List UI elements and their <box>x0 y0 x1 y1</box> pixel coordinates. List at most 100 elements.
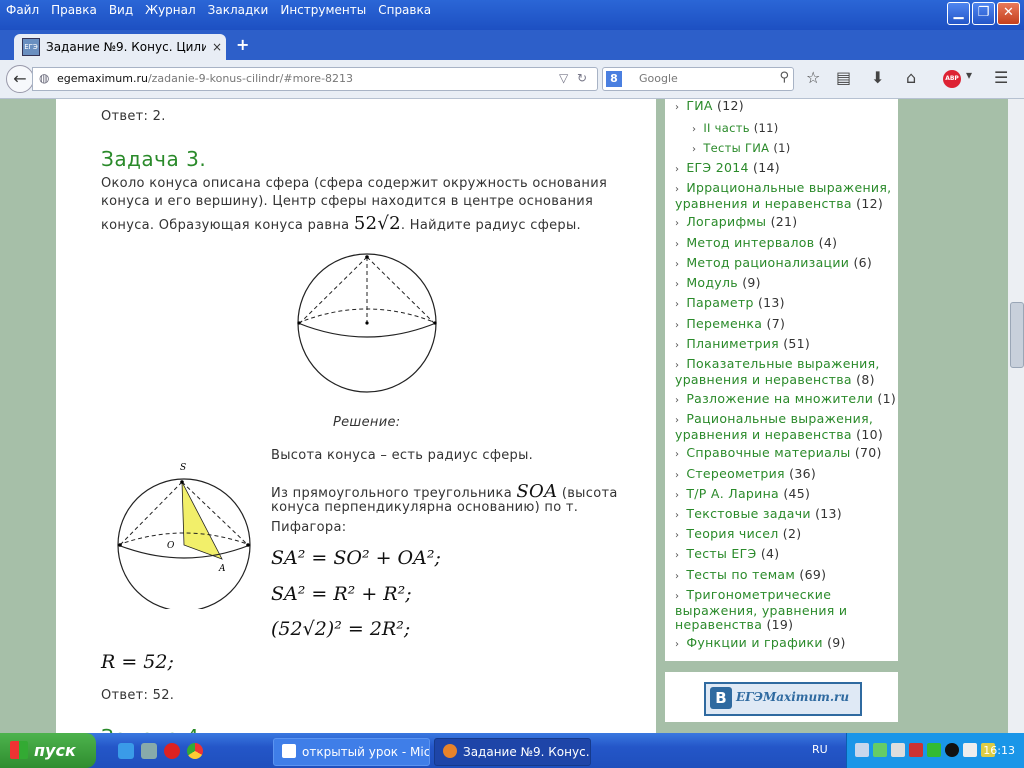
navigation-bar: ← ◍ egemaximum.ru/zadanie-9-konus-cilind… <box>0 60 1024 99</box>
sidebar-item-logarithms[interactable]: › Логарифмы (21) <box>675 215 797 231</box>
answer: Ответ: 52. <box>101 688 175 703</box>
bookmark-star-icon[interactable]: ☆ <box>806 68 820 87</box>
vk-icon: B <box>710 687 732 709</box>
problem-line-1: Около конуса описана сфера (сфера содерж… <box>101 176 608 191</box>
opera-icon[interactable] <box>164 743 180 759</box>
clock[interactable]: 16:13 <box>983 744 1015 757</box>
sidebar-item-reference[interactable]: › Справочные материалы (70) <box>675 446 882 462</box>
search-box[interactable]: 8 Google ⚲ <box>602 67 794 91</box>
start-button[interactable]: пуск <box>0 733 96 768</box>
menu-bar: Файл Правка Вид Журнал Закладки Инструме… <box>0 0 1024 30</box>
tray-icon-2[interactable] <box>873 743 887 757</box>
sidebar-item-parameter[interactable]: › Параметр (13) <box>675 296 785 312</box>
sidebar-item-irrational[interactable]: › Иррациональные выражения, уравнения и не… <box>675 181 891 211</box>
sidebar-item-exponential[interactable]: › Показательные выражения, уравнения и нер… <box>675 357 880 387</box>
close-window-button[interactable]: ✕ <box>997 2 1020 25</box>
tray-icon-4[interactable] <box>909 743 923 757</box>
scrollbar-thumb[interactable] <box>1010 302 1024 368</box>
sidebar-item-number-theory[interactable]: › Теория чисел (2) <box>675 527 801 543</box>
sidebar-item-rational[interactable]: › Рациональные выражения, уравнения и нера… <box>675 412 883 442</box>
solution-line-1: Высота конуса – есть радиус сферы. <box>271 448 534 463</box>
solution-line-3: конуса перпендикулярна основанию) по т. <box>271 500 579 515</box>
home-icon[interactable]: ⌂ <box>906 68 916 87</box>
site-favicon-icon: ЕГЭ <box>22 38 40 56</box>
sidebar-item-intervals[interactable]: › Метод интервалов (4) <box>675 236 837 252</box>
search-engine-icon[interactable]: 8 <box>606 71 622 87</box>
vk-group-banner[interactable]: B ЕГЭMaximum.ru <box>665 672 898 722</box>
sidebar-item-word-problems[interactable]: › Текстовые задачи (13) <box>675 507 842 523</box>
tray-icon-1[interactable] <box>855 743 869 757</box>
sidebar-item-rationalization[interactable]: › Метод рационализации (6) <box>675 256 872 272</box>
vk-banner-box: B ЕГЭMaximum.ru <box>704 682 862 716</box>
equation-3: (52√2)² = 2R²; <box>271 618 411 640</box>
menu-bookmarks[interactable]: Закладки <box>208 3 281 17</box>
next-task-title: Задача 4. <box>101 725 206 733</box>
problem-line-3: конуса. Образующая конуса равна 52√2. На… <box>101 213 581 234</box>
equation-2: SA² = R² + R²; <box>271 583 412 605</box>
sidebar-item-trigonometric[interactable]: › Тригонометрические выражения, уравнения … <box>675 588 847 632</box>
solution-line-4: Пифагора: <box>271 520 347 535</box>
volume-icon[interactable] <box>963 743 977 757</box>
browser-tab[interactable]: ЕГЭ Задание №9. Конус. Цилин... × <box>14 34 226 60</box>
globe-icon: ◍ <box>39 71 50 85</box>
tab-title: Задание №9. Конус. Цилин... <box>46 40 206 54</box>
reload-icon[interactable]: ↻ <box>577 71 587 85</box>
menu-history[interactable]: Журнал <box>145 3 208 17</box>
dropdown-arrow-icon[interactable]: ▽ <box>559 71 568 85</box>
equation-1: SA² = SO² + OA²; <box>271 547 441 569</box>
chrome-icon[interactable] <box>187 743 203 759</box>
fig-label-o: O <box>167 541 175 551</box>
minimize-button[interactable]: ▁ <box>947 2 970 25</box>
taskbar-firefox-button[interactable]: Задание №9. Конус... <box>434 738 591 766</box>
tab-strip: ЕГЭ Задание №9. Конус. Цилин... × + <box>0 30 1024 60</box>
sidebar-item-modulus[interactable]: › Модуль (9) <box>675 276 761 292</box>
tab-close-button[interactable]: × <box>212 40 222 54</box>
tray-icon-3[interactable] <box>891 743 905 757</box>
sidebar-item-gia[interactable]: › ГИА (12) <box>675 99 744 115</box>
menu-view[interactable]: Вид <box>109 3 145 17</box>
ie-icon[interactable] <box>118 743 134 759</box>
sidebar-item-ege2014[interactable]: › ЕГЭ 2014 (14) <box>675 161 780 177</box>
banner-text: ЕГЭMaximum.ru <box>736 690 850 704</box>
back-button[interactable]: ← <box>6 65 34 93</box>
window-controls: ▁ ❐ ✕ <box>947 2 1020 25</box>
menu-edit[interactable]: Правка <box>51 3 109 17</box>
sidebar-item-break[interactable]: › Переменка (7) <box>675 317 785 333</box>
windows-flag-icon <box>10 741 28 759</box>
solution-label: Решение: <box>333 415 401 430</box>
word-doc-icon <box>282 744 296 758</box>
sidebar-item-part2[interactable]: › II часть (11) <box>692 121 779 137</box>
address-bar[interactable]: ◍ egemaximum.ru/zadanie-9-konus-cilindr/… <box>32 67 598 91</box>
sidebar-item-factoring[interactable]: › Разложение на множители (1) <box>675 392 896 408</box>
article-content: Ответ: 2. Задача 3. Около конуса описана… <box>56 99 656 733</box>
reading-list-icon[interactable]: ▤ <box>836 68 851 87</box>
sidebar-item-stereometry[interactable]: › Стереометрия (36) <box>675 467 816 483</box>
download-icon[interactable]: ⬇ <box>871 68 884 87</box>
menu-file[interactable]: Файл <box>6 3 51 17</box>
tray-icon-6[interactable] <box>945 743 959 757</box>
firefox-icon <box>443 744 457 758</box>
sidebar-item-larin[interactable]: › Т/Р А. Ларина (45) <box>675 487 810 503</box>
sidebar-item-planimetry[interactable]: › Планиметрия (51) <box>675 337 810 353</box>
restore-button[interactable]: ❐ <box>972 2 995 25</box>
adblock-dropdown-icon[interactable]: ▾ <box>966 68 972 82</box>
search-icon[interactable]: ⚲ <box>779 70 789 85</box>
sidebar-item-gia-tests[interactable]: › Тесты ГИА (1) <box>692 141 791 157</box>
sidebar-item-ege-tests[interactable]: › Тесты ЕГЭ (4) <box>675 547 779 563</box>
system-tray: 16:13 <box>846 733 1024 768</box>
page-scrollbar[interactable] <box>1008 99 1024 733</box>
tray-icon-5[interactable] <box>927 743 941 757</box>
solution-line-2: Из прямоугольного треугольника SOA (высо… <box>271 481 618 502</box>
language-indicator[interactable]: RU <box>812 743 828 756</box>
new-tab-button[interactable]: + <box>236 35 249 54</box>
sidebar-item-topic-tests[interactable]: › Тесты по темам (69) <box>675 568 826 584</box>
menu-hamburger-icon[interactable]: ☰ <box>994 68 1008 87</box>
equation-4: R = 52; <box>101 651 174 673</box>
show-desktop-icon[interactable] <box>141 743 157 759</box>
menu-help[interactable]: Справка <box>378 3 443 17</box>
menu-tools[interactable]: Инструменты <box>280 3 378 17</box>
adblock-icon[interactable]: ABP <box>943 70 961 88</box>
taskbar-word-button[interactable]: открытый урок - Mic... <box>273 738 430 766</box>
sidebar-item-functions[interactable]: › Функции и графики (9) <box>675 636 846 652</box>
menu-items: Файл Правка Вид Журнал Закладки Инструме… <box>6 3 443 17</box>
